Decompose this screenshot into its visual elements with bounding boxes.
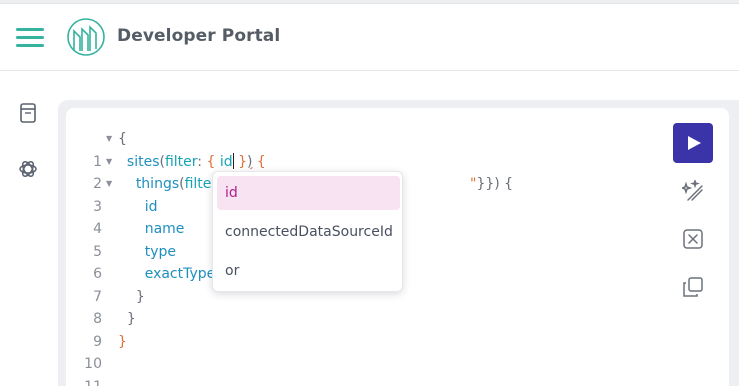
- brand-title: Developer Portal: [117, 26, 281, 46]
- line-number: 11: [66, 376, 102, 386]
- play-icon: [688, 136, 701, 150]
- code-line[interactable]: 3 ▼ things(filter "}}) {: [66, 173, 513, 215]
- code-lines[interactable]: 1 ▼ { 2 ▼ sites(filter: { id }) { 3 ▼ th…: [66, 128, 513, 386]
- magic-wand-icon[interactable]: [682, 180, 704, 202]
- code-token: id: [215, 153, 233, 170]
- code-line[interactable]: 5 name: [66, 218, 184, 260]
- fold-arrow-icon[interactable]: ▼: [106, 151, 112, 174]
- code-token: filter: [164, 153, 198, 170]
- code-line[interactable]: 4 id: [66, 196, 157, 238]
- hamburger-menu-icon[interactable]: [16, 28, 44, 50]
- autocomplete-option-or[interactable]: or: [217, 254, 400, 288]
- fold-arrow-icon[interactable]: ▼: [106, 173, 112, 196]
- code-line[interactable]: 2 ▼ sites(filter: { id }) {: [66, 151, 266, 192]
- code-line[interactable]: 1 ▼ {: [66, 128, 127, 170]
- code-token: }: [118, 333, 127, 350]
- code-token: type: [144, 243, 176, 260]
- developer-portal-logo: [67, 18, 105, 56]
- code-token: name: [144, 221, 185, 237]
- openai-assistant-icon[interactable]: [17, 158, 39, 180]
- code-token: {: [252, 153, 266, 170]
- code-line[interactable]: 11: [66, 353, 102, 386]
- code-token: {: [118, 131, 127, 147]
- code-token: things: [135, 176, 180, 192]
- autocomplete-dropdown: id connectedDataSourceId or: [212, 171, 403, 292]
- autocomplete-option-connecteddatasourceid[interactable]: connectedDataSourceId: [217, 215, 400, 249]
- code-line[interactable]: 6 type: [66, 241, 176, 283]
- text-cursor: [232, 152, 234, 169]
- app-header: Developer Portal: [0, 4, 739, 71]
- code-token: }: [135, 288, 145, 305]
- code-line[interactable]: 7 exactType: [66, 263, 215, 305]
- code-token: }: [238, 153, 247, 170]
- autocomplete-option-id[interactable]: id: [217, 176, 400, 210]
- fold-arrow-icon[interactable]: ▼: [106, 128, 112, 151]
- code-token: }: [126, 311, 136, 327]
- run-query-button[interactable]: [673, 123, 713, 163]
- code-line[interactable]: 8 }: [66, 286, 145, 328]
- code-token: exactType: [144, 266, 216, 282]
- copy-icon[interactable]: [682, 276, 704, 298]
- code-token: }}) {: [476, 176, 514, 192]
- code-line[interactable]: 9 }: [66, 308, 136, 350]
- docs-book-icon[interactable]: [17, 102, 39, 124]
- code-token: sites: [126, 153, 160, 170]
- code-token: id: [144, 198, 158, 215]
- merge-fragments-icon[interactable]: [682, 228, 704, 250]
- code-line[interactable]: 10 }: [66, 331, 127, 373]
